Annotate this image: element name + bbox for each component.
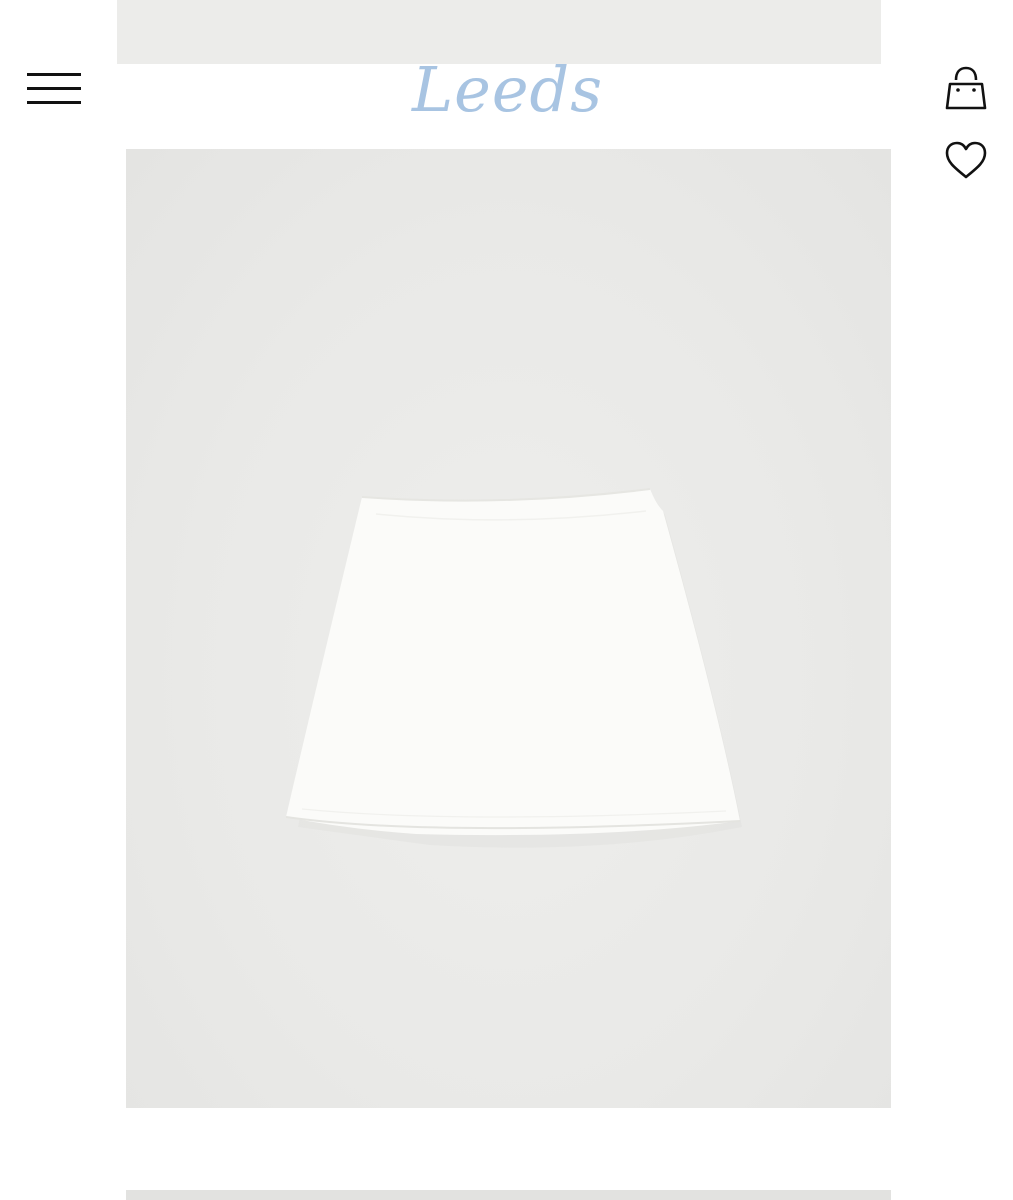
- brand-logo[interactable]: Leeds: [400, 50, 615, 130]
- cart-button[interactable]: [941, 64, 991, 114]
- skirt-photo: [285, 488, 742, 848]
- wishlist-button[interactable]: [941, 137, 991, 183]
- shopping-bag-icon: [945, 66, 987, 110]
- menu-button[interactable]: [22, 70, 86, 110]
- product-image[interactable]: [126, 149, 891, 1108]
- heart-icon: [945, 141, 987, 179]
- next-product-image: [126, 1190, 891, 1200]
